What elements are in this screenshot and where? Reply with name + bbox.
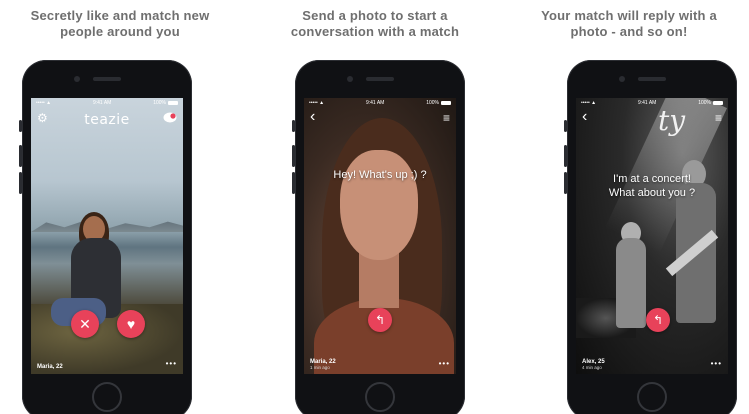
battery: 100% bbox=[153, 100, 178, 106]
caption-line-1: Secretly like and match new bbox=[30, 8, 210, 23]
camera bbox=[619, 76, 625, 82]
status-bar: ••••• ▲ 9:41 AM 100% bbox=[304, 98, 456, 108]
battery-icon bbox=[713, 101, 723, 105]
status-time: 9:41 AM bbox=[92, 100, 112, 106]
volume-up-button bbox=[19, 145, 22, 167]
more-options-icon[interactable]: ••• bbox=[439, 359, 450, 368]
carrier-signal: ••••• ▲ bbox=[36, 100, 52, 106]
menu-icon[interactable]: ≡ bbox=[443, 112, 450, 124]
photo-message: I'm at a concert! What about you ? bbox=[576, 172, 728, 200]
battery: 100% bbox=[698, 100, 723, 106]
profile-meta: Alex, 25 4 min ago bbox=[582, 359, 605, 370]
photo-message: Hey! What's up ;) ? bbox=[333, 169, 427, 181]
reply-icon: ↰ bbox=[374, 313, 386, 327]
phone-frame: ••••• ▲ 9:41 AM 100% ⚙ teazie ✕ ♥ Maria,… bbox=[19, 60, 192, 414]
more-options-icon[interactable]: ••• bbox=[711, 359, 722, 368]
reply-button[interactable]: ↰ bbox=[646, 308, 670, 332]
caption-line-1: Your match will reply with a bbox=[541, 8, 717, 23]
volume-up-button bbox=[292, 145, 295, 167]
reply-button[interactable]: ↰ bbox=[368, 308, 392, 332]
panel-send-photo: Send a photo to start a conversation wit… bbox=[255, 0, 495, 414]
profile-name: Maria, 22 bbox=[37, 364, 63, 370]
close-icon: ✕ bbox=[79, 315, 91, 332]
volume-down-button bbox=[19, 172, 22, 194]
caption: Send a photo to start a conversation wit… bbox=[255, 8, 495, 40]
volume-down-button bbox=[292, 172, 295, 194]
back-icon[interactable]: ‹ bbox=[310, 109, 315, 125]
musician-body bbox=[616, 238, 646, 328]
status-time: 9:41 AM bbox=[365, 100, 385, 106]
home-button bbox=[637, 382, 667, 412]
carrier-signal: ••••• ▲ bbox=[309, 100, 325, 106]
like-button[interactable]: ♥ bbox=[117, 310, 145, 338]
carrier-signal: ••••• ▲ bbox=[581, 100, 597, 106]
menu-icon[interactable]: ≡ bbox=[715, 112, 722, 124]
home-button bbox=[365, 382, 395, 412]
phone-screen: ••••• ▲ 9:41 AM 100% ⚙ teazie ✕ ♥ Maria,… bbox=[31, 98, 183, 374]
app-logo: teazie bbox=[84, 112, 130, 128]
stage-signage: ty bbox=[658, 104, 686, 137]
caption-line-2: people around you bbox=[60, 24, 180, 39]
profile-meta: Maria, 22 bbox=[37, 364, 63, 370]
profile-meta: Maria, 22 1 min ago bbox=[310, 359, 336, 370]
reply-icon: ↰ bbox=[652, 313, 664, 327]
status-time: 9:41 AM bbox=[637, 100, 657, 106]
time-ago: 1 min ago bbox=[310, 365, 330, 370]
photo-message-line-2: What about you ? bbox=[608, 187, 696, 199]
heart-icon: ♥ bbox=[126, 316, 136, 332]
panel-like-match: Secretly like and match new people aroun… bbox=[0, 0, 240, 414]
speaker bbox=[638, 77, 666, 81]
time-ago: 4 min ago bbox=[582, 365, 602, 370]
phone-screen: ty ••••• ▲ 9:41 AM 100% ‹ ≡ I'm at a con… bbox=[576, 98, 728, 374]
caption-line-1: Send a photo to start a bbox=[302, 8, 448, 23]
battery: 100% bbox=[426, 100, 451, 106]
status-bar: ••••• ▲ 9:41 AM 100% bbox=[576, 98, 728, 108]
phone-screen: ••••• ▲ 9:41 AM 100% ‹ ≡ Hey! What's up … bbox=[304, 98, 456, 374]
camera bbox=[347, 76, 353, 82]
mute-switch bbox=[19, 120, 22, 132]
panel-reply-photo: Your match will reply with a photo - and… bbox=[509, 0, 749, 414]
person-face bbox=[340, 150, 418, 260]
dislike-button[interactable]: ✕ bbox=[71, 310, 99, 338]
camera bbox=[74, 76, 80, 82]
phone-frame: ••••• ▲ 9:41 AM 100% ‹ ≡ Hey! What's up … bbox=[292, 60, 465, 414]
caption-line-2: photo - and so on! bbox=[570, 24, 688, 39]
mute-switch bbox=[564, 120, 567, 132]
caption: Your match will reply with a photo - and… bbox=[509, 8, 749, 40]
back-icon[interactable]: ‹ bbox=[582, 109, 587, 125]
status-bar: ••••• ▲ 9:41 AM 100% bbox=[31, 98, 183, 108]
photo-message-line-1: I'm at a concert! bbox=[613, 173, 691, 185]
volume-down-button bbox=[564, 172, 567, 194]
battery-icon bbox=[441, 101, 451, 105]
mute-switch bbox=[292, 120, 295, 132]
battery-icon bbox=[168, 101, 178, 105]
home-button bbox=[92, 382, 122, 412]
caption: Secretly like and match new people aroun… bbox=[0, 8, 240, 40]
more-options-icon[interactable]: ••• bbox=[166, 359, 177, 368]
phone-frame: ty ••••• ▲ 9:41 AM 100% ‹ ≡ I'm at a con… bbox=[564, 60, 737, 414]
speaker bbox=[93, 77, 121, 81]
speaker bbox=[366, 77, 394, 81]
caption-line-2: conversation with a match bbox=[290, 24, 460, 39]
volume-up-button bbox=[564, 145, 567, 167]
